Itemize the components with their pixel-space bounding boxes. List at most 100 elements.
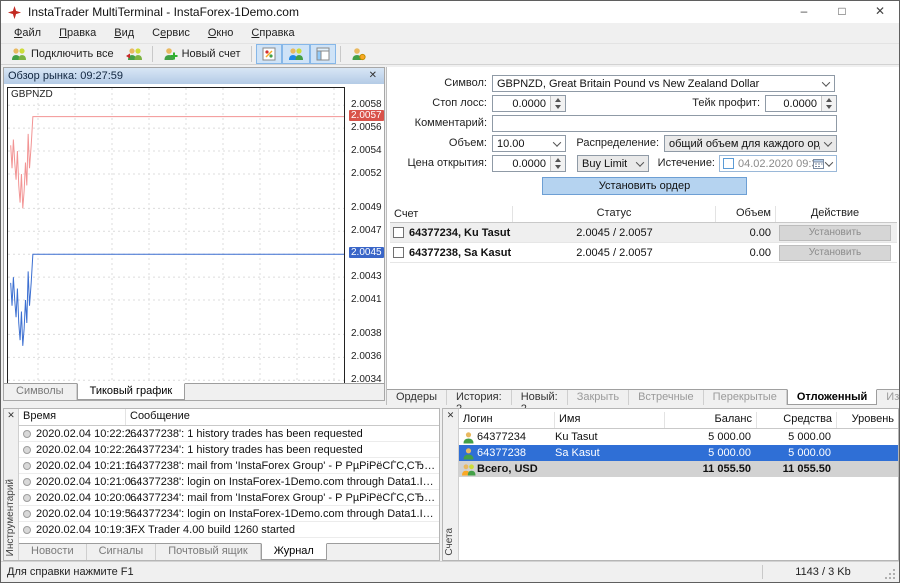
accounts-close-icon[interactable]: ✕ [443,409,458,421]
volume-select[interactable]: 10.00 [492,135,566,152]
menu-service[interactable]: Сервис [143,25,199,41]
tab-news[interactable]: Новости [19,544,87,560]
tab-orders[interactable]: Ордеры [387,390,447,405]
status-traffic: 1143 / 3 Kb [763,566,883,578]
status-bar: Для справки нажмите F1 1143 / 3 Kb [1,561,899,582]
set-order-button[interactable]: Установить [779,245,891,261]
new-account-button[interactable]: Новый счет [157,44,247,64]
tab-counter[interactable]: Встречные [629,390,704,405]
menu-window[interactable]: Окно [199,25,243,41]
connect-all-button[interactable]: Подключить все [5,44,120,64]
expiration-datetime[interactable]: 04.02.2020 09:37 [719,155,837,172]
accounts-rows: 64377234 Ku Tasut 5 000.00 5 000.00 6437… [459,429,898,477]
tab-journal[interactable]: Журнал [261,543,327,560]
toolbar-separator [340,46,341,62]
open-price-spinner[interactable] [550,156,565,171]
chevron-down-icon[interactable] [632,156,648,171]
tab-tick-chart[interactable]: Тиковый график [77,383,186,400]
comment-input[interactable] [492,115,837,132]
menu-file[interactable]: Файл [5,25,50,41]
tab-new[interactable]: Новый: 2 [512,390,568,405]
tab-pending[interactable]: Отложенный [787,389,877,405]
account-settings-button[interactable] [345,44,372,64]
expiration-checkbox[interactable] [723,158,734,169]
tab-mailbox[interactable]: Почтовый ящик [156,544,260,560]
minimize-button[interactable]: – [785,1,823,23]
calendar-icon[interactable] [813,158,824,169]
account-row-selected[interactable]: 64377238 Sa Kasut 5 000.00 5 000.00 [459,445,898,461]
status-help-text: Для справки нажмите F1 [1,566,762,578]
col-name[interactable]: Имя [555,412,665,428]
tab-history[interactable]: История: 2 [447,390,512,405]
distribution-select[interactable]: общий объем для каждого ордера [664,135,837,152]
order-row[interactable]: 64377238, Sa Kasut 2.0045 / 2.0057 0.00 … [390,243,897,263]
tab-signals[interactable]: Сигналы [87,544,157,560]
accounts-toggle-button[interactable] [282,44,310,64]
journal-row[interactable]: 2020.02.04 10:19:5...'64377234': login o… [19,506,439,522]
account-settings-icon [351,47,366,61]
chevron-down-icon[interactable] [825,158,833,166]
journal-row[interactable]: 2020.02.04 10:21:1...'64377238': mail fr… [19,458,439,474]
col-level[interactable]: Уровень [837,412,898,428]
journal-row[interactable]: 2020.02.04 10:22:2...'64377234': 1 histo… [19,442,439,458]
col-message[interactable]: Сообщение [126,409,439,425]
person-icon [462,431,475,444]
journal-row[interactable]: 2020.02.04 10:19:3...IFX Trader 4.00 bui… [19,522,439,538]
col-action[interactable]: Действие [776,206,894,222]
journal-close-icon[interactable]: ✕ [4,409,18,421]
col-volume[interactable]: Объем [716,206,776,222]
set-order-button[interactable]: Установить [779,225,891,241]
price-tick-label: 2.0036 [351,351,382,362]
order-checkbox[interactable] [393,227,404,238]
tick-chart-area[interactable]: GBPNZD [7,87,345,387]
symbol-select[interactable]: GBPNZD, Great Britain Pound vs New Zeala… [492,75,835,92]
take-profit-input[interactable]: 0.0000 [765,95,837,112]
tab-modify[interactable]: Изменить [877,390,900,405]
col-login[interactable]: Логин [459,412,555,428]
terminal-tabs: Новости Сигналы Почтовый ящик Журнал [19,543,439,560]
tab-overlapped[interactable]: Перекрытые [704,390,787,405]
maximize-button[interactable]: □ [823,1,861,23]
journal-row[interactable]: 2020.02.04 10:20:0...'64377234': mail fr… [19,490,439,506]
col-time[interactable]: Время [19,409,126,425]
journal-bullet-icon [23,446,31,454]
col-account[interactable]: Счет [390,206,513,222]
order-type-select[interactable]: Buy Limit [577,155,649,172]
account-row[interactable]: 64377234 Ku Tasut 5 000.00 5 000.00 [459,429,898,445]
resize-grip[interactable] [883,567,897,581]
tab-close[interactable]: Закрыть [568,390,629,405]
chevron-down-icon[interactable] [818,76,834,91]
col-status[interactable]: Статус [513,206,716,222]
journal-row[interactable]: 2020.02.04 10:21:0...'64377238': login o… [19,474,439,490]
market-watch-close-icon[interactable]: ✕ [366,70,380,82]
order-volume: 0.00 [716,247,776,259]
open-price-input[interactable]: 0.0000 [492,155,566,172]
spin-down-icon [555,105,561,109]
journal-bullet-icon [23,478,31,486]
market-watch-title: Обзор рынка: 09:27:59 [8,70,366,82]
stop-loss-input[interactable]: 0.0000 [492,95,566,112]
tab-symbols[interactable]: Символы [4,384,77,400]
journal-row[interactable]: 2020.02.04 10:22:2...'64377238': 1 histo… [19,426,439,442]
layout-toggle-button[interactable] [310,44,336,64]
disconnect-all-button[interactable] [120,44,148,64]
stop-loss-spinner[interactable] [550,96,565,111]
order-row[interactable]: 64377234, Ku Tasut 2.0045 / 2.0057 0.00 … [390,223,897,243]
title-bar: InstaTrader MultiTerminal - InstaForex-1… [1,1,899,23]
price-tick-label: 2.0047 [351,225,382,236]
market-watch-toggle-button[interactable] [256,44,282,64]
chevron-down-icon[interactable] [820,136,836,151]
place-order-button[interactable]: Установить ордер [542,177,747,195]
journal-bullet-icon [23,462,31,470]
close-button[interactable]: ✕ [861,1,899,23]
menu-view[interactable]: Вид [105,25,143,41]
order-checkbox[interactable] [393,247,404,258]
take-profit-spinner[interactable] [821,96,836,111]
expiration-label: Истечение: [657,157,715,169]
col-equity[interactable]: Средства [757,412,837,428]
menu-edit[interactable]: Правка [50,25,105,41]
stop-loss-label: Стоп лосс: [387,97,487,109]
col-balance[interactable]: Баланс [665,412,757,428]
menu-help[interactable]: Справка [242,25,303,41]
toolbar-separator [152,46,153,62]
